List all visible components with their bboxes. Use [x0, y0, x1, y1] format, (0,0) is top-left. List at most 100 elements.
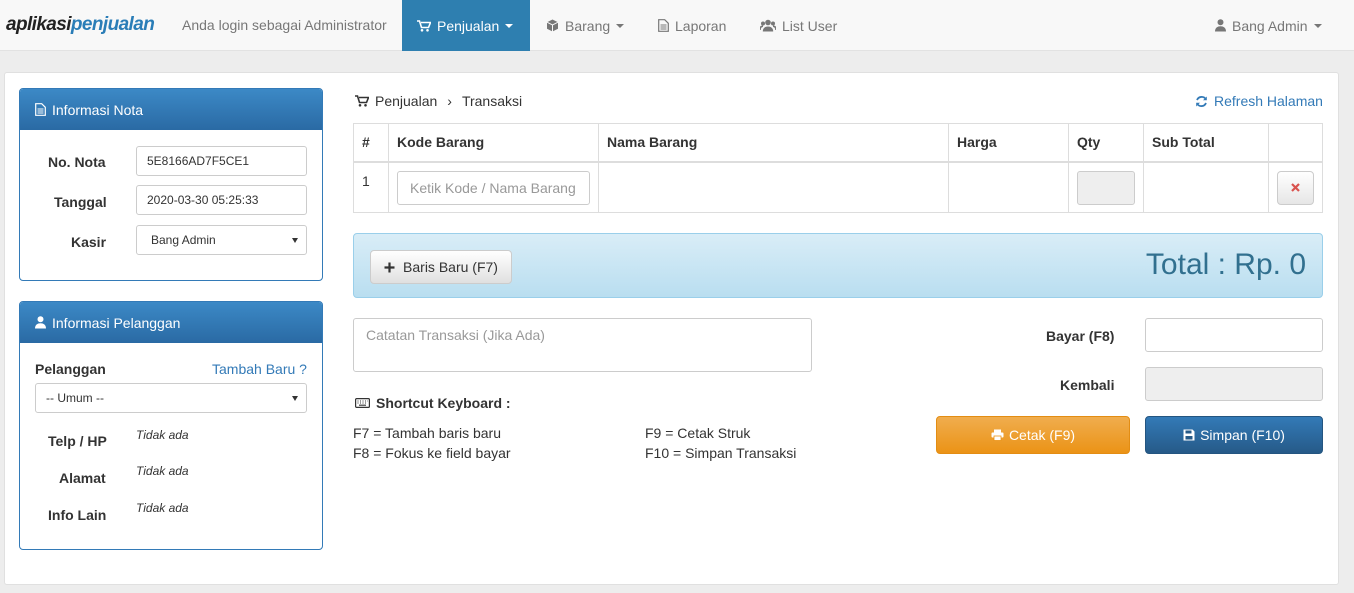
brand-part2: penjualan [70, 14, 155, 35]
shortcut-item: F9 = Cetak Struk [645, 425, 751, 441]
users-icon [760, 19, 776, 32]
cube-icon [546, 19, 559, 32]
cetak-label: Cetak (F9) [1008, 427, 1076, 443]
telp-label: Telp / HP [48, 433, 107, 449]
nav-list-user[interactable]: List User [745, 0, 852, 51]
qty-input[interactable] [1077, 170, 1135, 205]
pelanggan-label: Pelanggan [35, 361, 106, 377]
save-icon [1183, 429, 1195, 441]
close-icon [1291, 183, 1300, 192]
kode-barang-input[interactable]: Ketik Kode / Nama Barang [397, 170, 590, 205]
kembali-field [1145, 367, 1323, 401]
table-header-row: # Kode Barang Nama Barang Harga Qty Sub … [353, 123, 1323, 163]
shortcut-title-label: Shortcut Keyboard : [376, 395, 511, 411]
refresh-icon [1196, 95, 1207, 107]
pelanggan-panel-title: Informasi Pelanggan [52, 314, 181, 331]
col-nama-barang: Nama Barang [598, 123, 949, 163]
chevron-down-icon [505, 23, 514, 28]
kasir-select[interactable]: Bang Admin [136, 225, 307, 255]
kode-cell: Ketik Kode / Nama Barang [388, 161, 599, 213]
action-cell [1268, 161, 1323, 213]
add-row-button[interactable]: Baris Baru (F7) [370, 250, 512, 284]
pelanggan-panel-heading: Informasi Pelanggan [20, 302, 322, 343]
breadcrumb-transaksi: Transaksi [461, 93, 523, 109]
col-qty: Qty [1068, 123, 1144, 163]
pelanggan-select-value: -- Umum -- [46, 391, 104, 405]
refresh-label: Refresh Halaman [1214, 93, 1323, 109]
cetak-button[interactable]: Cetak (F9) [936, 416, 1130, 454]
brand-logo[interactable]: aplikasipenjualan [6, 14, 155, 36]
nav-list-user-label: List User [782, 17, 838, 34]
top-navbar: aplikasipenjualan Anda login sebagai Adm… [0, 0, 1354, 51]
breadcrumb-separator: › [447, 93, 452, 109]
cart-icon [355, 95, 369, 107]
total-box: Baris Baru (F7) Total : Rp. 0 [353, 233, 1323, 298]
table-row: 1 Ketik Kode / Nama Barang [353, 161, 1323, 213]
shortcut-item: F10 = Simpan Transaksi [645, 445, 797, 461]
user-menu-label: Bang Admin [1232, 17, 1308, 34]
bayar-input[interactable] [1145, 318, 1323, 352]
file-icon [35, 103, 46, 116]
qty-cell [1068, 161, 1144, 213]
chevron-down-icon [292, 238, 298, 243]
col-action [1268, 123, 1323, 163]
no-nota-field[interactable]: 5E8166AD7F5CE1 [136, 146, 307, 176]
breadcrumb-penjualan[interactable]: Penjualan [375, 93, 437, 109]
no-nota-label: No. Nota [48, 154, 106, 170]
file-icon [658, 19, 669, 32]
info-lain-label: Info Lain [48, 507, 107, 523]
transaction-table: # Kode Barang Nama Barang Harga Qty Sub … [353, 123, 1323, 213]
subtotal-cell [1143, 161, 1269, 213]
add-row-label: Baris Baru (F7) [403, 259, 498, 275]
tanggal-field[interactable]: 2020-03-30 05:25:33 [136, 185, 307, 215]
telp-value: Tidak ada [136, 428, 189, 442]
shortcut-title: Shortcut Keyboard : [355, 395, 511, 411]
nama-cell [598, 161, 949, 213]
nav-barang-label: Barang [565, 17, 611, 34]
nav-laporan-label: Laporan [675, 17, 727, 34]
total-amount: Total : Rp. 0 [1145, 248, 1306, 281]
tambah-pelanggan-link[interactable]: Tambah Baru ? [212, 361, 307, 377]
plus-icon [384, 262, 395, 272]
bayar-label: Bayar (F8) [1046, 328, 1115, 344]
harga-cell [948, 161, 1069, 213]
brand-part1: aplikasi [6, 14, 72, 35]
nota-panel-title: Informasi Nota [52, 101, 144, 118]
col-number: # [353, 123, 389, 163]
refresh-link[interactable]: Refresh Halaman [1195, 93, 1323, 109]
user-menu[interactable]: Bang Admin [1200, 0, 1337, 51]
tanggal-label: Tanggal [54, 194, 107, 210]
nav-barang[interactable]: Barang [531, 0, 639, 51]
row-number: 1 [353, 161, 389, 213]
delete-row-button[interactable] [1277, 170, 1314, 205]
alamat-label: Alamat [59, 470, 106, 486]
col-harga: Harga [948, 123, 1069, 163]
user-icon [1215, 19, 1226, 32]
kembali-label: Kembali [1060, 377, 1115, 393]
kasir-label: Kasir [71, 234, 107, 250]
login-status-text: Anda login sebagai Administrator [182, 17, 387, 33]
pelanggan-select[interactable]: -- Umum -- [35, 383, 307, 413]
kasir-select-value: Bang Admin [151, 233, 216, 247]
print-icon [991, 429, 1004, 441]
user-icon [35, 316, 46, 329]
nota-panel-heading: Informasi Nota [20, 89, 322, 130]
simpan-label: Simpan (F10) [1200, 427, 1285, 443]
chevron-down-icon [1313, 23, 1322, 28]
alamat-value: Tidak ada [136, 464, 189, 478]
breadcrumb: Penjualan › Transaksi [355, 93, 522, 109]
chevron-down-icon [616, 23, 625, 28]
info-lain-value: Tidak ada [136, 501, 189, 515]
keyboard-icon [355, 398, 370, 408]
nav-penjualan-label: Penjualan [437, 17, 500, 34]
catatan-textarea[interactable]: Catatan Transaksi (Jika Ada) [353, 318, 812, 372]
shortcut-item: F7 = Tambah baris baru [353, 425, 501, 441]
nav-laporan[interactable]: Laporan [643, 0, 741, 51]
nav-penjualan[interactable]: Penjualan [402, 0, 530, 51]
simpan-button[interactable]: Simpan (F10) [1145, 416, 1323, 454]
chevron-down-icon [292, 396, 298, 401]
shortcut-item: F8 = Fokus ke field bayar [353, 445, 511, 461]
col-kode-barang: Kode Barang [388, 123, 599, 163]
cart-icon [417, 19, 431, 32]
col-subtotal: Sub Total [1143, 123, 1269, 163]
